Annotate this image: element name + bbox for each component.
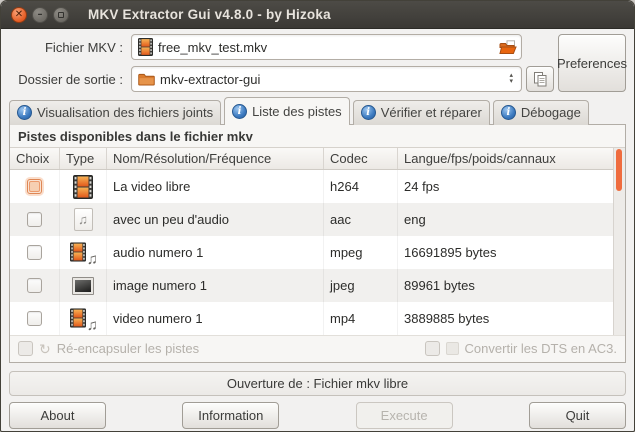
maximize-icon (58, 12, 64, 18)
image-file-icon (72, 277, 94, 295)
about-button[interactable]: About (9, 402, 106, 429)
copy-icon (532, 71, 549, 88)
track-name: video numero 1 (107, 302, 324, 335)
track-checkbox[interactable] (27, 311, 42, 326)
scrollbar-thumb[interactable] (616, 149, 622, 191)
column-header-name[interactable]: Nom/Résolution/Fréquence (107, 148, 324, 169)
video-file-icon (138, 38, 153, 56)
column-header-choix[interactable]: Choix (10, 148, 60, 169)
music-note-icon: ♫ (87, 251, 98, 268)
track-name: La video libre (107, 170, 324, 203)
track-checkbox[interactable] (27, 245, 42, 260)
track-codec: jpeg (324, 269, 398, 302)
dts-label: Convertir les DTS en AC3. (465, 341, 617, 356)
track-checkbox[interactable] (27, 212, 42, 227)
remux-checkbox[interactable] (18, 341, 33, 356)
output-dir-value: mkv-extractor-gui (160, 72, 260, 87)
window-title: MKV Extractor Gui v4.8.0 - by Hizoka (88, 7, 331, 22)
panel-title: Pistes disponibles dans le fichier mkv (10, 125, 625, 147)
minimize-button[interactable]: – (32, 7, 48, 23)
dts-checkbox[interactable] (425, 341, 440, 356)
tab-check-repair[interactable]: i Vérifier et réparer (353, 100, 490, 125)
table-row[interactable]: ♫ video numero 1 mp4 3889885 bytes (10, 302, 625, 335)
video-file-icon (73, 175, 93, 199)
video-audio-file-icon: ♫ (70, 307, 96, 331)
dts-icon (446, 342, 459, 355)
mkv-file-label: Fichier MKV : (9, 34, 127, 60)
track-info: eng (398, 203, 625, 236)
audio-file-icon: ♫ (74, 208, 93, 231)
film-icon (70, 307, 86, 329)
information-button[interactable]: Information (182, 402, 279, 429)
browse-folder-icon[interactable] (499, 40, 517, 55)
track-checkbox[interactable] (27, 278, 42, 293)
track-codec: aac (324, 203, 398, 236)
table-row[interactable]: ♫ audio numero 1 mpeg 16691895 bytes (10, 236, 625, 269)
vertical-scrollbar[interactable] (613, 148, 625, 335)
output-dir-label: Dossier de sortie : (9, 66, 127, 92)
action-buttons: About Information Execute Quit (9, 402, 626, 429)
execute-button[interactable]: Execute (356, 402, 453, 429)
mkv-file-input[interactable]: free_mkv_test.mkv (131, 34, 522, 60)
folder-icon (138, 73, 155, 86)
remux-option: ↻ Ré-encapsuler les pistes (18, 341, 199, 356)
refresh-icon: ↻ (39, 342, 51, 356)
info-icon: i (361, 105, 376, 120)
close-button[interactable]: ✕ (11, 7, 27, 23)
remux-label: Ré-encapsuler les pistes (57, 341, 199, 356)
tab-track-list[interactable]: i Liste des pistes (224, 97, 350, 125)
track-list-panel: Pistes disponibles dans le fichier mkv C… (9, 124, 626, 363)
music-note-icon: ♫ (87, 317, 98, 334)
track-name: audio numero 1 (107, 236, 324, 269)
track-info: 3889885 bytes (398, 302, 625, 335)
copy-path-button[interactable] (526, 66, 554, 92)
mkv-file-value: free_mkv_test.mkv (158, 40, 267, 55)
quit-button[interactable]: Quit (529, 402, 626, 429)
tab-label: Vérifier et réparer (381, 105, 482, 120)
spin-down-icon: ▾ (509, 79, 513, 85)
column-header-codec[interactable]: Codec (324, 148, 398, 169)
tab-attachments[interactable]: i Visualisation des fichiers joints (9, 100, 221, 125)
window-content: Fichier MKV : free_mkv_test.mkv Dossier … (1, 29, 634, 432)
info-icon: i (501, 105, 516, 120)
table-row[interactable]: ♫ avec un peu d'audio aac eng (10, 203, 625, 236)
track-codec: mpeg (324, 236, 398, 269)
track-checkbox[interactable] (27, 179, 42, 194)
file-fields: Fichier MKV : free_mkv_test.mkv Dossier … (9, 34, 626, 92)
column-header-type[interactable]: Type (60, 148, 107, 169)
tab-label: Débogage (521, 105, 581, 120)
options-row: ↻ Ré-encapsuler les pistes Convertir les… (10, 335, 625, 362)
track-info: 89961 bytes (398, 269, 625, 302)
tracks-table: Choix Type Nom/Résolution/Fréquence Code… (10, 147, 625, 335)
tab-debug[interactable]: i Débogage (493, 100, 589, 125)
column-header-lang[interactable]: Langue/fps/poids/cannaux (398, 148, 625, 169)
app-window: ✕ – MKV Extractor Gui v4.8.0 - by Hizoka… (0, 0, 635, 432)
film-icon (70, 241, 86, 263)
table-header: Choix Type Nom/Résolution/Fréquence Code… (10, 148, 625, 170)
track-info: 24 fps (398, 170, 625, 203)
track-info: 16691895 bytes (398, 236, 625, 269)
status-message: Ouverture de : Fichier mkv libre (227, 376, 408, 391)
tab-label: Visualisation des fichiers joints (37, 105, 213, 120)
track-codec: h264 (324, 170, 398, 203)
dts-option: Convertir les DTS en AC3. (425, 341, 617, 356)
track-name: avec un peu d'audio (107, 203, 324, 236)
track-codec: mp4 (324, 302, 398, 335)
maximize-button[interactable] (53, 7, 69, 23)
track-name: image numero 1 (107, 269, 324, 302)
tab-label: Liste des pistes (252, 104, 342, 119)
info-icon: i (17, 105, 32, 120)
table-row[interactable]: image numero 1 jpeg 89961 bytes (10, 269, 625, 302)
output-dir-combobox[interactable]: mkv-extractor-gui ▴ ▾ (131, 66, 522, 92)
video-audio-file-icon: ♫ (70, 241, 96, 265)
combo-spinner[interactable]: ▴ ▾ (505, 73, 517, 85)
info-icon: i (232, 104, 247, 119)
tab-bar: i Visualisation des fichiers joints i Li… (9, 97, 626, 125)
preferences-button[interactable]: Preferences (558, 34, 626, 92)
titlebar: ✕ – MKV Extractor Gui v4.8.0 - by Hizoka (1, 1, 634, 29)
status-bar: Ouverture de : Fichier mkv libre (9, 371, 626, 396)
table-row[interactable]: La video libre h264 24 fps (10, 170, 625, 203)
